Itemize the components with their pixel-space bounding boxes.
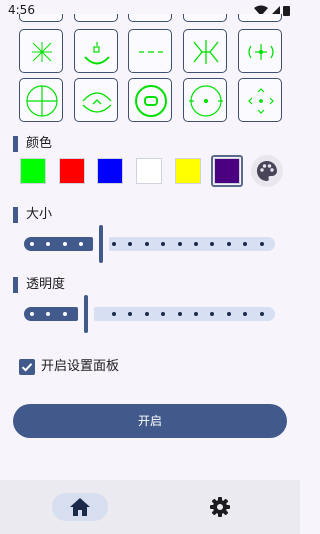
nav-settings-button[interactable] [206, 493, 234, 521]
settings-icon [210, 497, 230, 517]
color-swatch-yellow[interactable] [175, 158, 201, 184]
crosshair-option-2[interactable] [74, 29, 118, 73]
opacity-slider[interactable] [24, 295, 275, 333]
color-swatch-red[interactable] [59, 158, 85, 184]
crosshair-option-8[interactable] [128, 78, 172, 122]
crosshair-option-partial[interactable] [238, 14, 282, 22]
bottom-nav [0, 480, 300, 534]
slider-thumb[interactable] [84, 295, 88, 333]
crosshair-x-icon [32, 42, 52, 62]
slider-tick [145, 312, 149, 316]
crosshair-brackets-icon [193, 40, 219, 64]
slider-tick [112, 242, 116, 246]
settings-panel-checkbox[interactable] [19, 359, 35, 375]
slider-tick [243, 312, 247, 316]
color-section-title: 颜色 [26, 136, 53, 151]
section-marker [13, 277, 18, 293]
section-marker [13, 207, 18, 223]
color-swatch-indigo[interactable] [214, 158, 240, 184]
checkmark-icon [21, 363, 33, 372]
crosshair-option-6[interactable] [19, 78, 63, 122]
slider-tick [128, 242, 132, 246]
custom-color-button[interactable] [251, 155, 283, 187]
palette-icon [257, 161, 277, 181]
crosshair-option-3[interactable] [128, 29, 172, 73]
crosshair-option-5[interactable] [238, 29, 282, 73]
slider-tick [46, 242, 50, 246]
slider-tick [260, 312, 264, 316]
slider-tick [243, 242, 247, 246]
slider-tick [227, 242, 231, 246]
start-button[interactable]: 开启 [13, 404, 287, 438]
slider-tick [30, 242, 34, 246]
slider-tick [194, 242, 198, 246]
crosshair-option-9[interactable] [183, 78, 227, 122]
crosshair-option-partial[interactable] [74, 14, 118, 22]
slider-tick [178, 312, 182, 316]
opacity-section-title: 透明度 [26, 277, 66, 292]
slider-inactive-track [109, 237, 275, 251]
slider-tick [161, 312, 165, 316]
slider-tick [210, 242, 214, 246]
slider-inactive-track [94, 307, 275, 321]
slider-tick [46, 312, 50, 316]
slider-tick [63, 312, 67, 316]
crosshair-option-7[interactable] [74, 78, 118, 122]
section-marker [13, 136, 18, 152]
slider-tick [210, 312, 214, 316]
crosshair-circle-cross-icon [26, 85, 58, 117]
slider-tick [79, 242, 83, 246]
crosshair-ring-bracket-icon [135, 85, 167, 117]
crosshair-option-partial[interactable] [128, 14, 172, 22]
slider-tick [260, 242, 264, 246]
crosshair-option-partial[interactable] [19, 14, 63, 22]
slider-tick [161, 242, 165, 246]
crosshair-option-1[interactable] [19, 29, 63, 73]
settings-panel-label: 开启设置面板 [41, 359, 120, 374]
color-swatch-white[interactable] [136, 158, 162, 184]
slider-tick [194, 312, 198, 316]
slider-tick [63, 242, 67, 246]
crosshair-circle-dot-icon [189, 85, 223, 117]
home-icon [70, 498, 90, 516]
slider-tick [128, 312, 132, 316]
crosshair-option-10[interactable] [238, 78, 282, 122]
crosshair-circle-ticks-icon [248, 44, 274, 60]
slider-tick [145, 242, 149, 246]
crosshair-arc-square-icon [84, 42, 110, 65]
crosshair-option-partial[interactable] [183, 14, 227, 22]
slider-thumb[interactable] [99, 225, 103, 263]
nav-home-button[interactable] [52, 493, 108, 521]
color-swatch-blue[interactable] [97, 158, 123, 184]
crosshair-dash-icon [139, 51, 163, 53]
slider-tick [112, 312, 116, 316]
slider-tick [30, 312, 34, 316]
color-swatch-green[interactable] [20, 158, 46, 184]
crosshair-diamond-arrows-icon [248, 88, 274, 114]
slider-tick [178, 242, 182, 246]
battery-icon [283, 6, 290, 16]
size-section-title: 大小 [26, 207, 53, 222]
crosshair-arc-chevron-icon [82, 92, 112, 113]
crosshair-option-4[interactable] [183, 29, 227, 73]
size-slider[interactable] [24, 225, 275, 263]
slider-tick [227, 312, 231, 316]
